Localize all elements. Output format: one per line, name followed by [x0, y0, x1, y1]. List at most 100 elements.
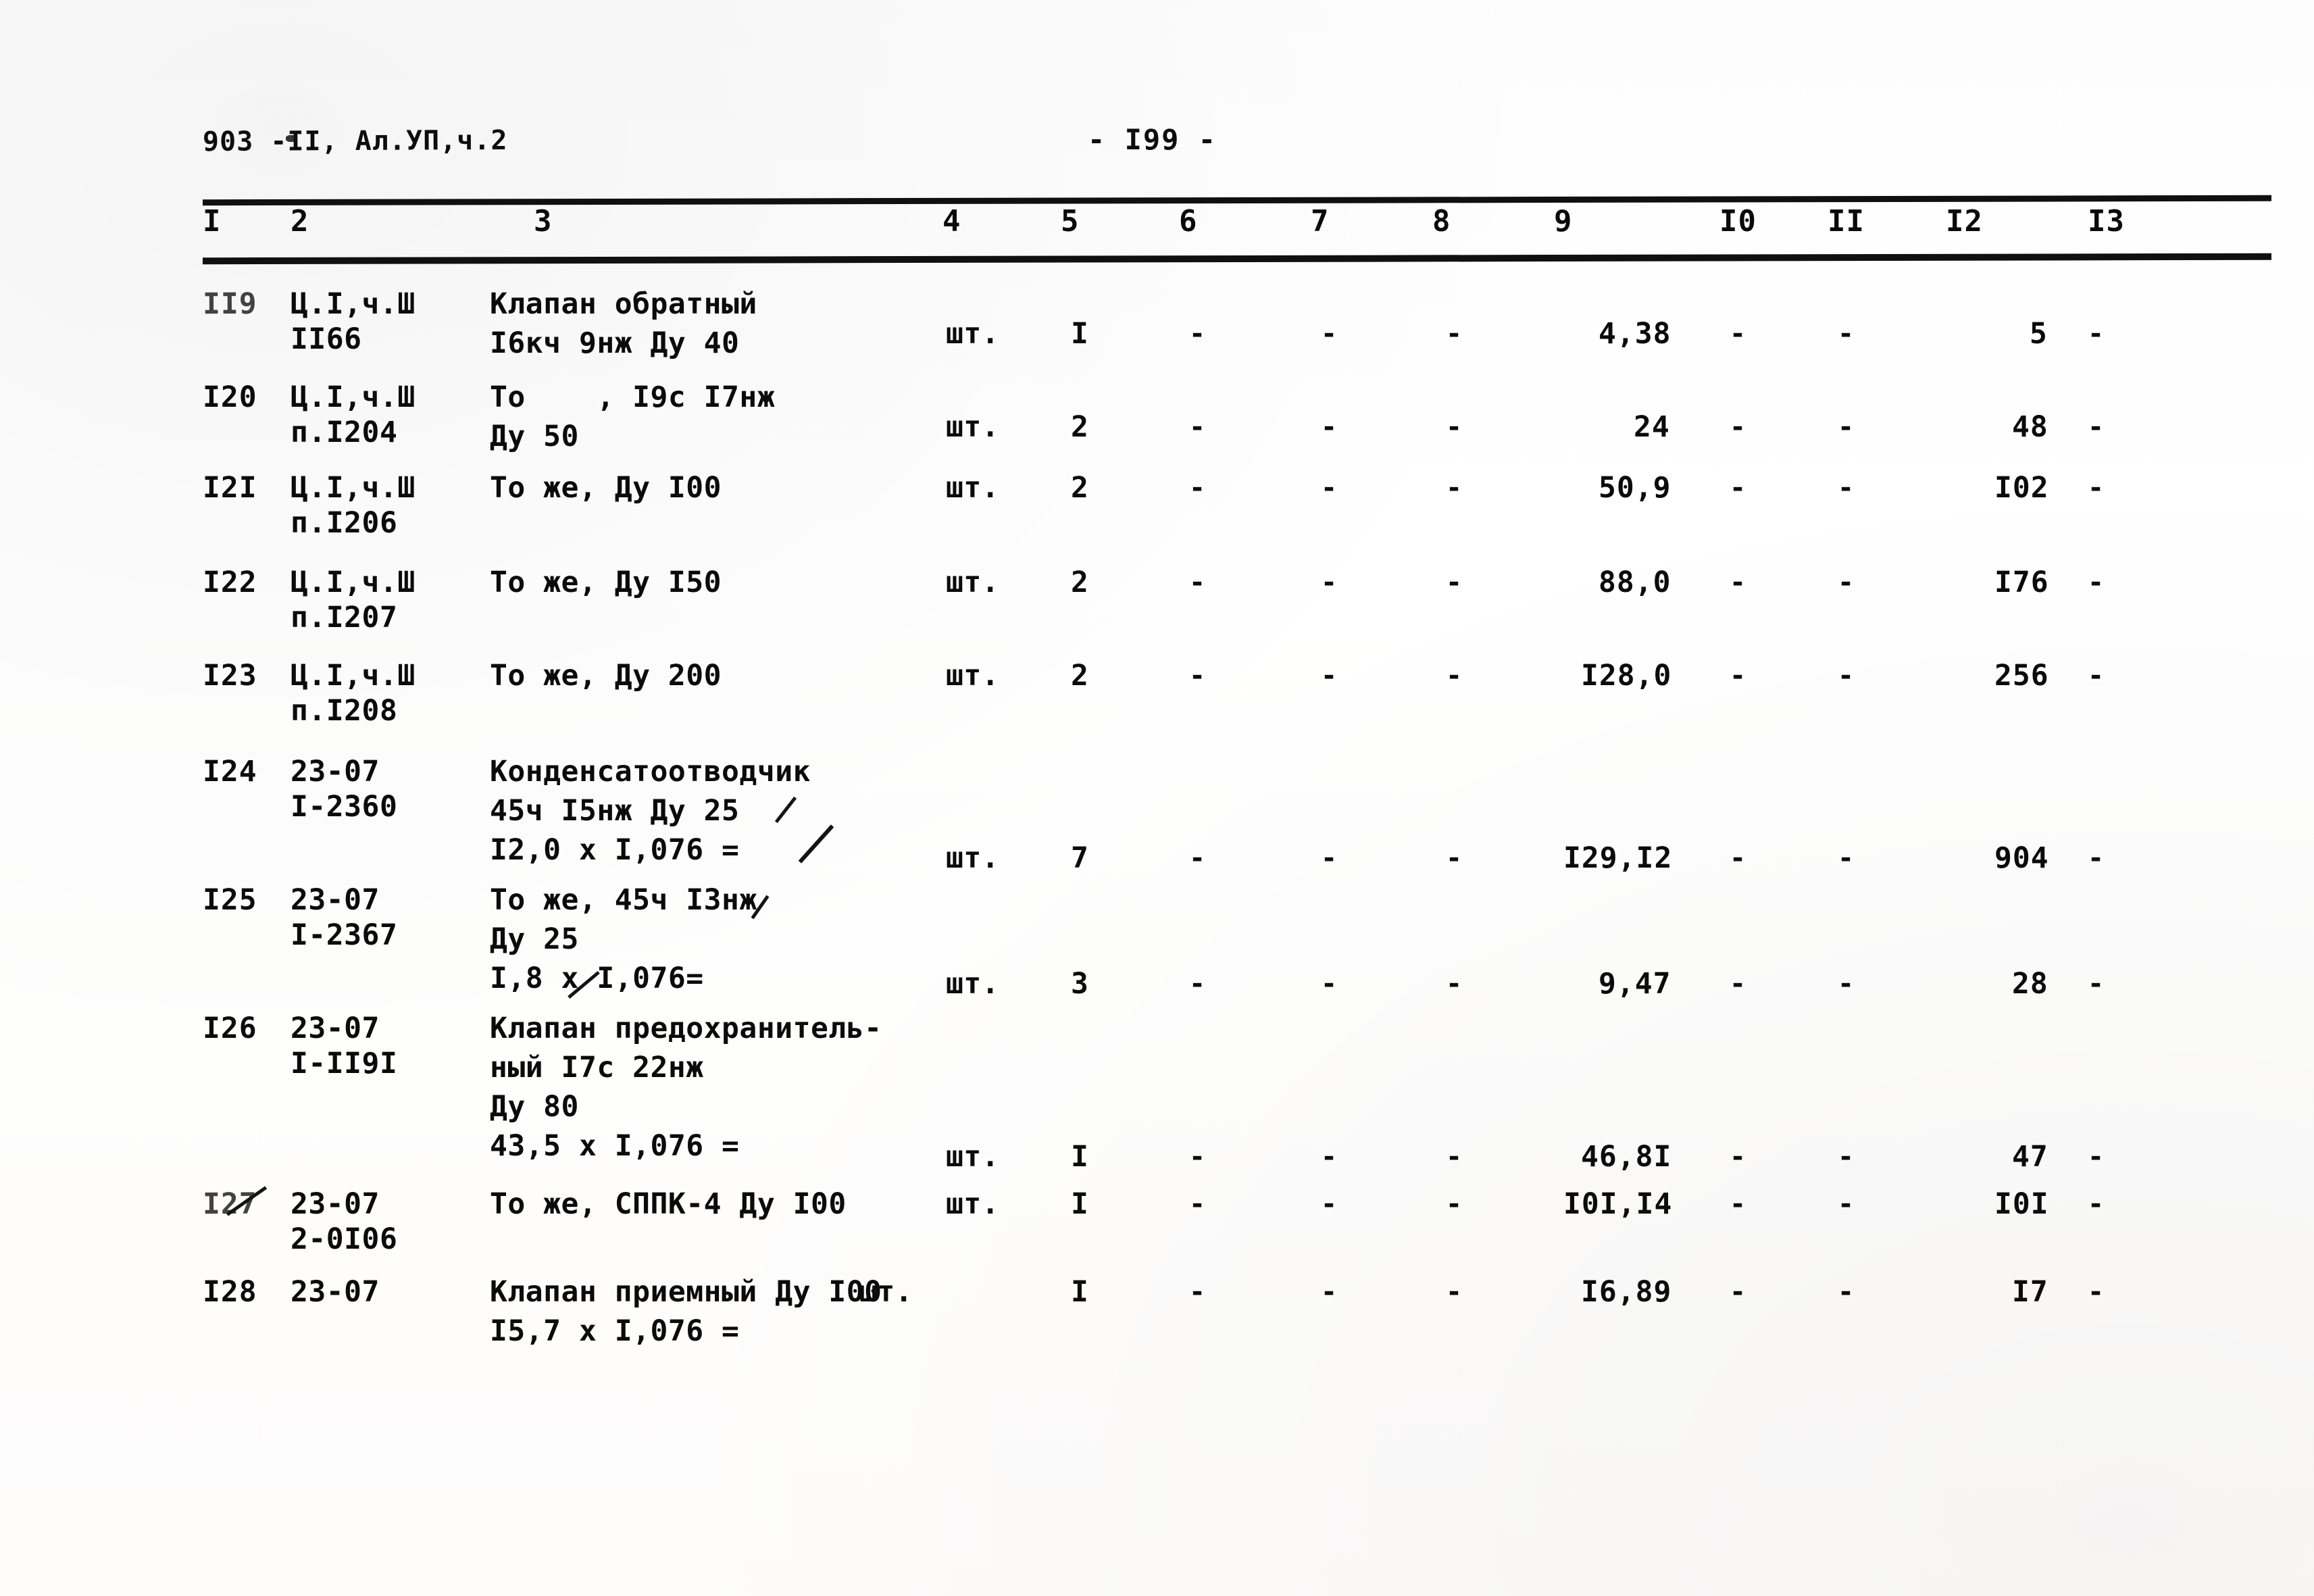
- cell-position-number: II9: [202, 286, 257, 322]
- cell-unit-cost: 4,38: [1599, 317, 1671, 351]
- cell-col8: -: [1446, 843, 1463, 874]
- cell-col6: -: [1189, 843, 1206, 874]
- table-body: II9 Ц.I,ч.Ш II66 Клапан обратный I6кч 9нж Ду…: [0, 0, 2314, 1596]
- cell-description-line: Конденсатоотводчик: [490, 755, 811, 789]
- cell-unit: шт.: [946, 841, 1000, 875]
- cell-unit: шт.: [946, 659, 1000, 693]
- cell-description-line: ный I7с 22нж: [490, 1051, 704, 1084]
- cell-total-cost: 47: [2012, 1140, 2048, 1174]
- cell-quantity: 2: [1071, 471, 1089, 505]
- cell-description-line: То же, 45ч I3нж: [490, 883, 757, 917]
- cell-position-number: I24: [203, 755, 257, 789]
- cell-col7: -: [1321, 660, 1338, 691]
- cell-source-reference-line: II66: [291, 322, 362, 356]
- cell-source-reference-line: I-2367: [291, 918, 398, 952]
- cell-col7: -: [1321, 1141, 1338, 1172]
- cell-quantity: I: [1071, 317, 1089, 351]
- cell-unit-cost: 50,9: [1599, 471, 1671, 505]
- cell-col10: -: [1730, 1141, 1746, 1172]
- cell-col13: -: [2088, 1189, 2105, 1220]
- cell-col6: -: [1189, 318, 1206, 349]
- cell-unit: шт.: [946, 317, 1000, 351]
- cell-description-line: Клапан предохранитель-: [490, 1012, 882, 1045]
- cell-col13: -: [2088, 843, 2105, 874]
- cell-col11: -: [1838, 968, 1855, 999]
- cell-total-cost: 256: [1994, 659, 2049, 693]
- cell-description-line: Ду 50: [490, 420, 579, 453]
- cell-col10: -: [1730, 843, 1746, 874]
- cell-col11: -: [1838, 412, 1855, 443]
- cell-description-line: I,8 x I,076=: [490, 962, 704, 995]
- cell-col6: -: [1189, 660, 1206, 691]
- cell-col8: -: [1446, 567, 1463, 598]
- cell-col8: -: [1446, 472, 1463, 503]
- cell-unit: шт.: [946, 967, 1000, 1001]
- cell-col6: -: [1189, 1276, 1206, 1307]
- cell-unit-cost: 46,8I: [1581, 1140, 1672, 1174]
- cell-description-line: То же, Ду I50: [490, 566, 722, 599]
- cell-description-line: Ду 25: [490, 922, 579, 956]
- cell-col8: -: [1446, 968, 1463, 999]
- cell-col8: -: [1446, 318, 1463, 349]
- cell-description-line: 45ч I5нж Ду 25: [490, 794, 740, 828]
- cell-total-cost: I0I: [1994, 1187, 2049, 1221]
- cell-quantity: I: [1071, 1275, 1089, 1309]
- cell-col7: -: [1321, 1276, 1338, 1307]
- cell-description-line: Клапан приемный Ду I00: [490, 1275, 882, 1309]
- cell-description-line: То же, СППК-4 Ду I00: [490, 1187, 847, 1221]
- cell-col11: -: [1838, 1276, 1855, 1307]
- cell-col13: -: [2088, 472, 2105, 503]
- cell-col13: -: [2088, 1276, 2105, 1307]
- cell-position-number: I28: [203, 1275, 257, 1309]
- cell-col6: -: [1189, 412, 1206, 443]
- cell-col11: -: [1838, 1141, 1855, 1172]
- cell-col7: -: [1321, 968, 1338, 999]
- cell-col13: -: [2088, 968, 2105, 999]
- cell-col11: -: [1838, 660, 1855, 691]
- cell-unit: шт.: [946, 566, 1000, 599]
- cell-col6: -: [1189, 1189, 1206, 1220]
- cell-quantity: 3: [1071, 967, 1089, 1001]
- cell-col6: -: [1189, 567, 1206, 598]
- cell-unit: шт.: [946, 471, 1000, 505]
- cell-position-number: I27: [202, 1187, 257, 1222]
- cell-col10: -: [1730, 472, 1746, 503]
- cell-source-reference-line: п.I204: [291, 416, 398, 449]
- cell-source-reference-line: I-II9I: [291, 1047, 398, 1080]
- cell-quantity: 2: [1070, 409, 1089, 445]
- cell-position-number: I26: [203, 1012, 257, 1045]
- cell-col7: -: [1321, 567, 1338, 598]
- cell-quantity: I: [1071, 1140, 1089, 1174]
- cell-source-reference-line: 23-07: [291, 1275, 380, 1309]
- cell-total-cost: I76: [1994, 566, 2049, 599]
- cell-total-cost: I02: [1994, 471, 2049, 505]
- cell-unit-cost: I0I,I4: [1563, 1187, 1673, 1221]
- cell-position-number: I20: [203, 380, 257, 414]
- cell-col11: -: [1838, 318, 1855, 349]
- cell-position-number: I22: [203, 566, 257, 599]
- scanned-document-page: 903 -II, Ал.УП,ч.2 - I99 - I 2 3 4 5 6 7 8 9 I0 II…: [0, 0, 2314, 1596]
- cell-col13: -: [2088, 318, 2105, 349]
- cell-col10: -: [1730, 567, 1746, 598]
- cell-description-line: I6кч 9нж Ду 40: [490, 326, 740, 360]
- cell-col10: -: [1730, 1276, 1746, 1307]
- cell-col11: -: [1838, 567, 1855, 598]
- cell-col6: -: [1189, 1141, 1206, 1172]
- cell-col7: -: [1321, 472, 1338, 503]
- cell-col10: -: [1730, 968, 1746, 999]
- cell-unit-cost: I6,89: [1581, 1275, 1672, 1309]
- cell-description-line: То же, Ду I00: [490, 471, 722, 505]
- cell-quantity: 7: [1071, 841, 1089, 875]
- cell-position-number: I2I: [203, 471, 257, 505]
- cell-unit: шт.: [859, 1275, 913, 1309]
- cell-col8: -: [1446, 412, 1463, 443]
- cell-description-line: I2,0 x I,076 =: [490, 833, 740, 867]
- cell-col10: -: [1730, 412, 1746, 443]
- cell-unit-cost: 88,0: [1599, 566, 1671, 599]
- cell-col10: -: [1730, 318, 1746, 349]
- cell-unit: шт.: [946, 1140, 1000, 1174]
- cell-col7: -: [1321, 412, 1338, 443]
- cell-source-reference-line: п.I207: [291, 601, 398, 634]
- cell-total-cost: 48: [2012, 410, 2048, 444]
- cell-col13: -: [2088, 1141, 2105, 1172]
